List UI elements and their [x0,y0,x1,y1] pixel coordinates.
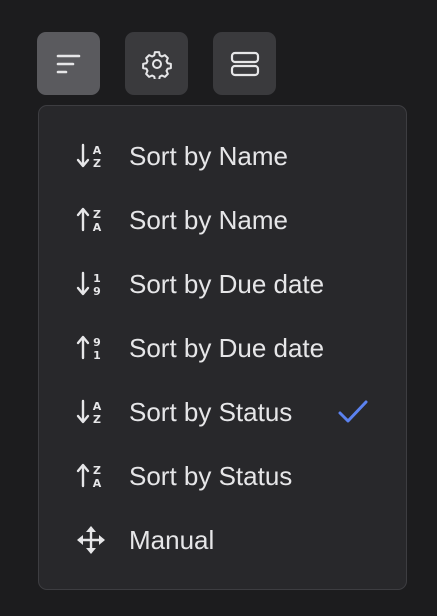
sort-alpha-down-icon: A Z [76,143,102,170]
sort-alpha-up-icon: Z A [76,207,102,234]
sort-numeric-down-icon: 1 9 [76,271,101,298]
menu-item-label: Sort by Status [129,461,293,491]
menu-item-sort-status-asc[interactable]: A Z Sort by Status [39,380,406,444]
checkmark-icon [338,400,368,423]
svg-text:Z: Z [93,157,101,170]
svg-text:1: 1 [93,272,101,285]
menu-item-label: Sort by Status [129,397,293,427]
svg-text:A: A [93,221,102,234]
svg-text:Z: Z [93,208,101,221]
svg-text:1: 1 [93,349,101,362]
menu-item-label: Sort by Name [129,141,288,171]
gear-icon [141,50,172,79]
sort-menu: A Z Sort by Name Z A Sort by Name 1 9 So… [38,105,407,590]
menu-item-label: Sort by Due date [129,269,325,299]
menu-item-sort-status-desc[interactable]: Z A Sort by Status [39,444,406,508]
menu-item-label: Manual [129,525,215,555]
move-arrows-icon [77,526,105,554]
svg-text:A: A [93,477,102,490]
svg-text:Z: Z [93,413,101,426]
menu-item-label: Sort by Due date [129,333,325,363]
sort-alpha-down-icon: A Z [76,399,102,426]
menu-item-sort-name-desc[interactable]: Z A Sort by Name [39,188,406,252]
menu-item-label: Sort by Name [129,205,288,235]
layout-button[interactable] [213,32,276,95]
svg-text:9: 9 [93,336,101,349]
sort-button[interactable] [37,32,100,95]
svg-text:A: A [93,400,102,413]
sort-lines-icon [56,54,80,73]
sort-numeric-up-icon: 9 1 [76,335,101,362]
svg-text:A: A [93,144,102,157]
menu-item-sort-due-desc[interactable]: 9 1 Sort by Due date [39,316,406,380]
sort-alpha-up-icon: Z A [76,463,102,490]
menu-item-manual[interactable]: Manual [39,508,406,572]
menu-item-sort-name-asc[interactable]: A Z Sort by Name [39,124,406,188]
menu-item-sort-due-asc[interactable]: 1 9 Sort by Due date [39,252,406,316]
svg-text:9: 9 [93,285,101,298]
rows-layout-icon [230,51,259,76]
svg-text:Z: Z [93,464,101,477]
settings-button[interactable] [125,32,188,95]
